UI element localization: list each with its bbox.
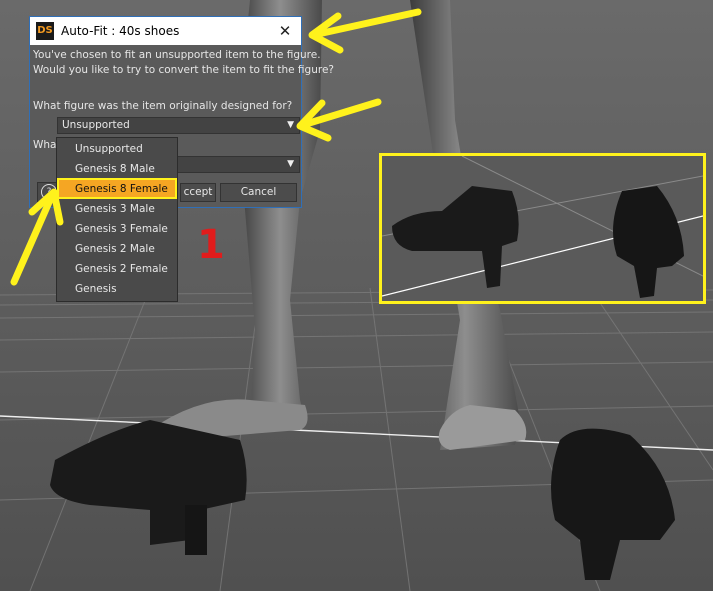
accept-button[interactable]: ccept <box>180 183 216 202</box>
help-icon: ? <box>41 184 57 200</box>
triangle-down-icon: ▼ <box>287 120 294 130</box>
dropdown-item-genesis[interactable]: Genesis <box>58 280 176 299</box>
dropdown-item-genesis-2-male[interactable]: Genesis 2 Male <box>58 240 176 259</box>
dropdown-item-unsupported[interactable]: Unsupported <box>58 140 176 159</box>
original-figure-select[interactable]: Unsupported ▼ <box>57 117 300 134</box>
dropdown-item-genesis-8-female[interactable]: Genesis 8 Female <box>58 180 176 199</box>
original-figure-question: What figure was the item originally desi… <box>33 100 293 112</box>
figure-dropdown-list[interactable]: Unsupported Genesis 8 Male Genesis 8 Fem… <box>56 137 178 302</box>
original-figure-select-value: Unsupported <box>62 119 130 131</box>
dialog-title: Auto-Fit : 40s shoes <box>61 24 180 38</box>
dropdown-item-genesis-2-female[interactable]: Genesis 2 Female <box>58 260 176 279</box>
dropdown-item-genesis-3-female[interactable]: Genesis 3 Female <box>58 220 176 239</box>
daz-studio-logo-icon: DS <box>36 22 54 40</box>
dropdown-item-genesis-8-male[interactable]: Genesis 8 Male <box>58 160 176 179</box>
inset-shoes-image <box>382 156 703 301</box>
dialog-titlebar[interactable]: DS Auto-Fit : 40s shoes ✕ <box>30 17 301 45</box>
dialog-message-line-1: You've chosen to fit an unsupported item… <box>33 49 321 61</box>
triangle-down-icon: ▼ <box>287 159 294 169</box>
dialog-message-line-2: Would you like to try to convert the ite… <box>33 64 334 76</box>
dropdown-item-genesis-3-male[interactable]: Genesis 3 Male <box>58 200 176 219</box>
step-number-annotation: 1 <box>197 222 225 268</box>
cancel-button[interactable]: Cancel <box>220 183 297 202</box>
inset-shoes-preview <box>379 153 706 304</box>
close-icon[interactable]: ✕ <box>275 21 295 41</box>
